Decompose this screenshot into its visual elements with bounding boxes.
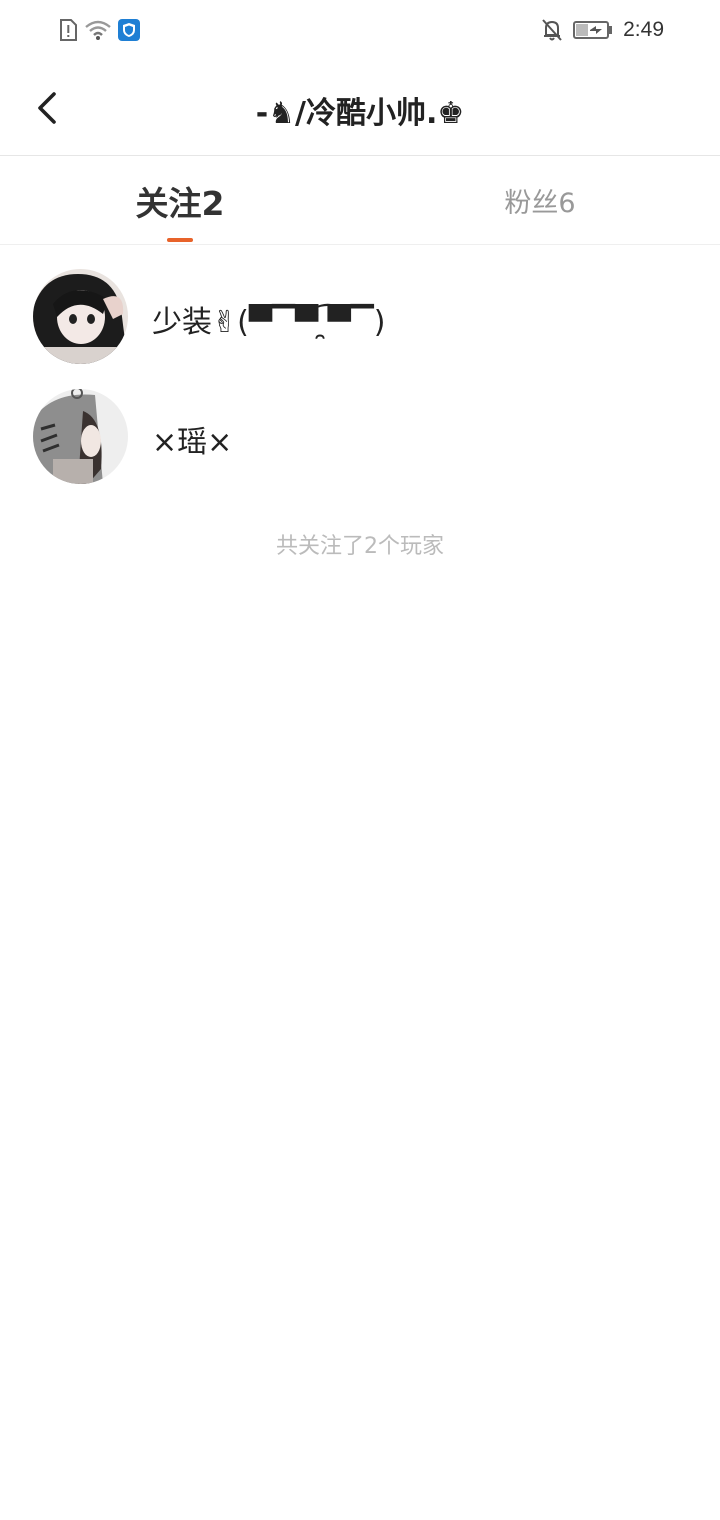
list-item[interactable]: ×瑶× (0, 365, 720, 485)
status-time: 2:49 (623, 18, 664, 41)
list-item[interactable]: 少装✌(▀▔▀̿ ̯͡▀▔) (0, 245, 720, 365)
status-right-icons: 2:49 (541, 18, 664, 42)
bell-muted-icon (541, 18, 563, 42)
following-count-summary: 共关注了2个玩家 (276, 534, 444, 559)
wifi-icon (84, 18, 112, 42)
avatar[interactable] (33, 269, 128, 364)
avatar[interactable] (33, 389, 128, 484)
status-left-icons (58, 18, 140, 42)
status-bar: 2:49 (0, 0, 720, 60)
tab-following[interactable]: 关注2 (80, 156, 280, 245)
shield-app-icon (118, 19, 140, 41)
header: -♞/冷酷小帅.♚ (0, 60, 720, 156)
page-title: -♞/冷酷小帅.♚ (255, 96, 465, 131)
tab-fans-label: 粉丝6 (504, 188, 576, 219)
tab-fans[interactable]: 粉丝6 (440, 156, 640, 245)
tab-bar: 关注2 粉丝6 (0, 156, 720, 245)
following-list: 少装✌(▀▔▀̿ ̯͡▀▔) ×瑶× (0, 245, 720, 485)
battery-icon (573, 20, 613, 40)
sim-alert-icon (58, 18, 78, 42)
user-name: 少装✌(▀▔▀̿ ̯͡▀▔) (152, 305, 386, 340)
tab-following-label: 关注2 (135, 183, 225, 223)
active-tab-indicator (167, 238, 193, 242)
user-name: ×瑶× (152, 425, 233, 460)
